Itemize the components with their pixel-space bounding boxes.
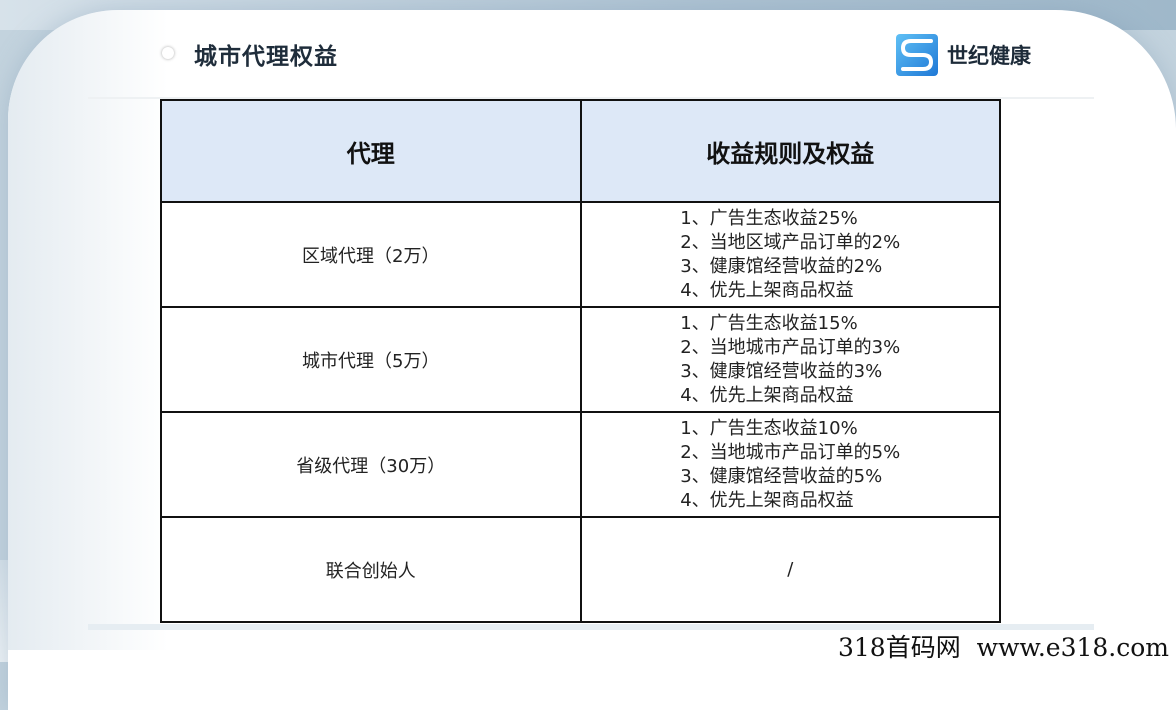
benefits-cell: / — [579, 516, 1001, 623]
column-header-benefits: 收益规则及权益 — [579, 99, 1001, 203]
agent-cell: 区域代理（2万） — [160, 201, 582, 308]
benefits-cell: 1、广告生态收益10% 2、当地城市产品订单的5% 3、健康馆经营收益的5% 4… — [579, 411, 1001, 518]
benefit-item: 4、优先上架商品权益 — [680, 279, 854, 301]
table-row: 联合创始人 / — [160, 516, 1001, 623]
benefit-item: 1、广告生态收益15% — [680, 312, 858, 334]
benefit-list: 1、广告生态收益25% 2、当地区域产品订单的2% 3、健康馆经营收益的2% 4… — [680, 207, 900, 303]
benefit-item: 1、广告生态收益10% — [680, 417, 858, 439]
benefit-item: 3、健康馆经营收益的3% — [680, 360, 883, 382]
title-bullet — [162, 47, 174, 59]
watermark-text: 318首码网 www.e318.com — [838, 633, 1170, 662]
table-header-row: 代理 收益规则及权益 — [160, 99, 1001, 203]
benefit-list: 1、广告生态收益15% 2、当地城市产品订单的3% 3、健康馆经营收益的3% 4… — [680, 312, 900, 408]
brand-logo: 世纪健康 — [895, 33, 1031, 77]
agent-cell: 联合创始人 — [160, 516, 582, 623]
column-header-agent: 代理 — [160, 99, 582, 203]
benefit-item: 3、健康馆经营收益的5% — [680, 465, 883, 487]
benefit-list: 1、广告生态收益10% 2、当地城市产品订单的5% 3、健康馆经营收益的5% 4… — [680, 417, 900, 513]
benefit-item: 4、优先上架商品权益 — [680, 489, 854, 511]
table-row: 省级代理（30万） 1、广告生态收益10% 2、当地城市产品订单的5% 3、健康… — [160, 411, 1001, 518]
benefits-cell: 1、广告生态收益25% 2、当地区域产品订单的2% 3、健康馆经营收益的2% 4… — [579, 201, 1001, 308]
benefit-item: 2、当地区域产品订单的2% — [680, 231, 901, 253]
brand-name: 世纪健康 — [947, 44, 1031, 68]
benefit-item: 4、优先上架商品权益 — [680, 384, 854, 406]
agent-rights-table: 代理 收益规则及权益 区域代理（2万） 1、广告生态收益25% 2、当地区域产品… — [160, 99, 1001, 623]
table-row: 城市代理（5万） 1、广告生态收益15% 2、当地城市产品订单的3% 3、健康馆… — [160, 306, 1001, 413]
benefit-item: 2、当地城市产品订单的5% — [680, 441, 901, 463]
benefit-item: 1、广告生态收益25% — [680, 207, 858, 229]
agent-cell: 省级代理（30万） — [160, 411, 582, 518]
benefits-cell: 1、广告生态收益15% 2、当地城市产品订单的3% 3、健康馆经营收益的3% 4… — [579, 306, 1001, 413]
page-title: 城市代理权益 — [194, 44, 338, 70]
table-row: 区域代理（2万） 1、广告生态收益25% 2、当地区域产品订单的2% 3、健康馆… — [160, 201, 1001, 308]
agent-cell: 城市代理（5万） — [160, 306, 582, 413]
s-letter-logo-icon — [896, 34, 938, 76]
benefit-item: 3、健康馆经营收益的2% — [680, 255, 883, 277]
benefit-item: 2、当地城市产品订单的3% — [680, 336, 901, 358]
slide-edge-fade — [8, 10, 168, 650]
